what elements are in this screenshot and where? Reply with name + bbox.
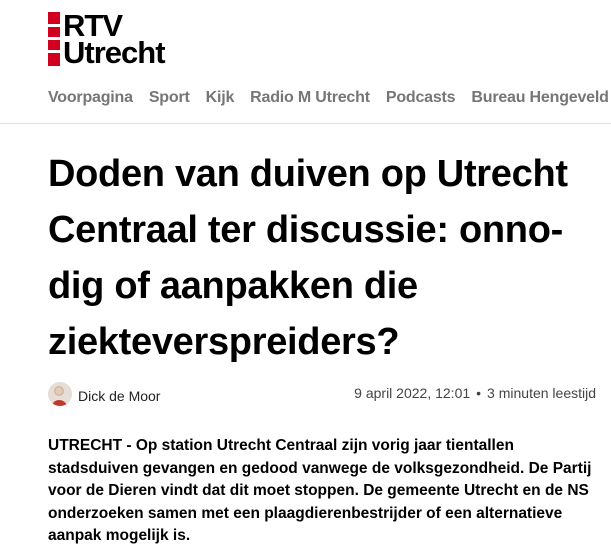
- dateline: 9 april 2022, 12:01 • 3 minuten leestijd: [354, 385, 596, 401]
- article-lead: UTRECHT - Op station Utrecht Centraal zi…: [48, 437, 592, 544]
- article-meta: Dick de Moor 9 april 2022, 12:01 • 3 minut…: [48, 380, 596, 408]
- logo-red-blocks-icon: [48, 12, 60, 66]
- avatar-person-icon: [48, 382, 72, 406]
- main-nav: Voorpagina Sport Kijk Radio M Utrecht Po…: [48, 88, 611, 108]
- rtv-utrecht-logo[interactable]: RTV Utrecht: [48, 10, 180, 70]
- meta-separator: •: [476, 385, 482, 401]
- author-name[interactable]: Dick de Moor: [78, 388, 160, 404]
- article-header: Doden van duiven op Utrecht Centraal ter…: [48, 146, 588, 370]
- read-time: 3 minuten leestijd: [487, 385, 596, 401]
- nav-item-podcasts[interactable]: Podcasts: [386, 88, 456, 108]
- nav-item-kijk[interactable]: Kijk: [206, 88, 235, 108]
- site-header: RTV Utrecht Voorpagina Sport Kijk Radio …: [0, 0, 611, 124]
- nav-item-bureau-hengeveld[interactable]: Bureau Hengeveld: [471, 88, 608, 108]
- article-title: Doden van duiven op Utrecht Centraal ter…: [48, 153, 568, 363]
- logo-text-utrecht: Utrecht: [63, 35, 166, 70]
- nav-item-voorpagina[interactable]: Voorpagina: [48, 88, 133, 108]
- nav-item-sport[interactable]: Sport: [149, 88, 190, 108]
- publish-date: 9 april 2022, 12:01: [354, 385, 471, 401]
- author-avatar[interactable]: [48, 382, 72, 406]
- nav-item-radio-m-utrecht[interactable]: Radio M Utrecht: [250, 88, 370, 108]
